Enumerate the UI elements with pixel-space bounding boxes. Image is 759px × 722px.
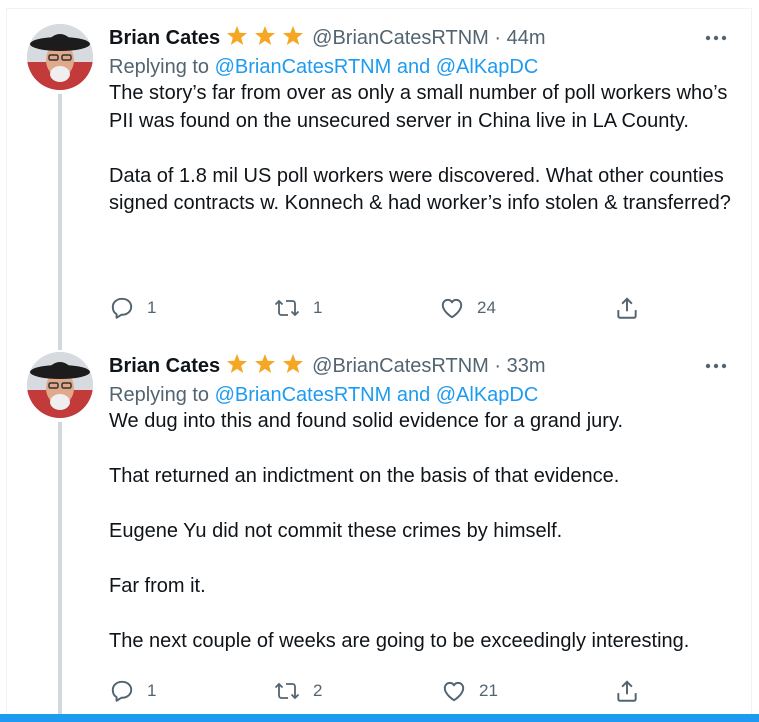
avatar[interactable] bbox=[27, 352, 93, 418]
share-button[interactable] bbox=[614, 293, 640, 323]
reply-count: 1 bbox=[147, 681, 157, 700]
replying-to-link[interactable]: @BrianCatesRTNM and @AlKapDC bbox=[215, 56, 539, 78]
retweet-icon bbox=[274, 682, 300, 700]
star-icon bbox=[283, 26, 304, 45]
tweet-paragraph: Data of 1.8 mil US poll workers were dis… bbox=[109, 164, 731, 215]
tweet-paragraph: The next couple of weeks are going to be… bbox=[109, 630, 690, 652]
reply-count: 1 bbox=[147, 298, 157, 317]
star-icon bbox=[227, 354, 248, 373]
star-icon bbox=[255, 354, 276, 373]
like-count: 24 bbox=[477, 298, 496, 317]
replying-prefix: Replying to bbox=[109, 384, 210, 406]
more-icon[interactable] bbox=[700, 352, 732, 380]
thread-line bbox=[58, 94, 62, 350]
tweet[interactable]: Brian Cates @BrianCatesRTNM · 33m Replyi… bbox=[0, 352, 759, 714]
tweet-actions: 1 2 21 bbox=[109, 676, 649, 706]
timestamp[interactable]: 44m bbox=[507, 27, 546, 49]
star-icons bbox=[226, 353, 308, 383]
retweet-button[interactable]: 1 bbox=[273, 293, 322, 323]
like-button[interactable]: 21 bbox=[441, 676, 498, 706]
separator-dot: · bbox=[494, 27, 502, 49]
bottom-accent-bar bbox=[0, 714, 759, 722]
tweet-header: Brian Cates @BrianCatesRTNM · 33m bbox=[109, 352, 546, 380]
retweet-icon bbox=[274, 299, 300, 317]
tweet-paragraph: That returned an indictment on the basis… bbox=[109, 465, 620, 487]
tweet-text: The story’s far from over as only a smal… bbox=[109, 80, 739, 218]
like-count: 21 bbox=[479, 681, 498, 700]
author-handle[interactable]: @BrianCatesRTNM bbox=[312, 27, 489, 49]
reply-icon bbox=[111, 297, 133, 319]
share-icon bbox=[617, 680, 637, 702]
tweet-paragraph: The story’s far from over as only a smal… bbox=[109, 82, 728, 132]
share-button[interactable] bbox=[614, 676, 640, 706]
separator-dot: · bbox=[494, 355, 502, 377]
tweet-actions: 1 1 24 bbox=[109, 293, 649, 323]
reply-icon bbox=[111, 680, 133, 702]
star-icon bbox=[255, 26, 276, 45]
thread-line bbox=[58, 422, 62, 714]
author-name[interactable]: Brian Cates bbox=[109, 355, 220, 377]
star-icon bbox=[227, 26, 248, 45]
tweet-text: We dug into this and found solid evidenc… bbox=[109, 408, 739, 656]
like-button[interactable]: 24 bbox=[439, 293, 496, 323]
tweet-paragraph: Eugene Yu did not commit these crimes by… bbox=[109, 520, 563, 542]
reply-button[interactable]: 1 bbox=[109, 293, 156, 323]
more-icon[interactable] bbox=[700, 24, 732, 52]
tweet-paragraph: Far from it. bbox=[109, 575, 206, 597]
replying-to: Replying to @BrianCatesRTNM and @AlKapDC bbox=[109, 54, 538, 80]
heart-icon bbox=[443, 681, 465, 702]
retweet-button[interactable]: 2 bbox=[273, 676, 322, 706]
author-handle[interactable]: @BrianCatesRTNM bbox=[312, 355, 489, 377]
replying-to: Replying to @BrianCatesRTNM and @AlKapDC bbox=[109, 382, 538, 408]
heart-icon bbox=[441, 298, 463, 319]
tweet-header: Brian Cates @BrianCatesRTNM · 44m bbox=[109, 24, 546, 52]
retweet-count: 2 bbox=[313, 681, 323, 700]
tweet-paragraph: We dug into this and found solid evidenc… bbox=[109, 410, 624, 432]
author-name[interactable]: Brian Cates bbox=[109, 27, 220, 49]
reply-button[interactable]: 1 bbox=[109, 676, 156, 706]
retweet-count: 1 bbox=[313, 298, 323, 317]
share-icon bbox=[617, 297, 637, 319]
avatar[interactable] bbox=[27, 24, 93, 90]
star-icon bbox=[283, 354, 304, 373]
star-icons bbox=[226, 25, 308, 55]
replying-to-link[interactable]: @BrianCatesRTNM and @AlKapDC bbox=[215, 384, 539, 406]
replying-prefix: Replying to bbox=[109, 56, 210, 78]
timestamp[interactable]: 33m bbox=[507, 355, 546, 377]
tweet[interactable]: Brian Cates @BrianCatesRTNM · 44m Replyi… bbox=[0, 24, 759, 350]
